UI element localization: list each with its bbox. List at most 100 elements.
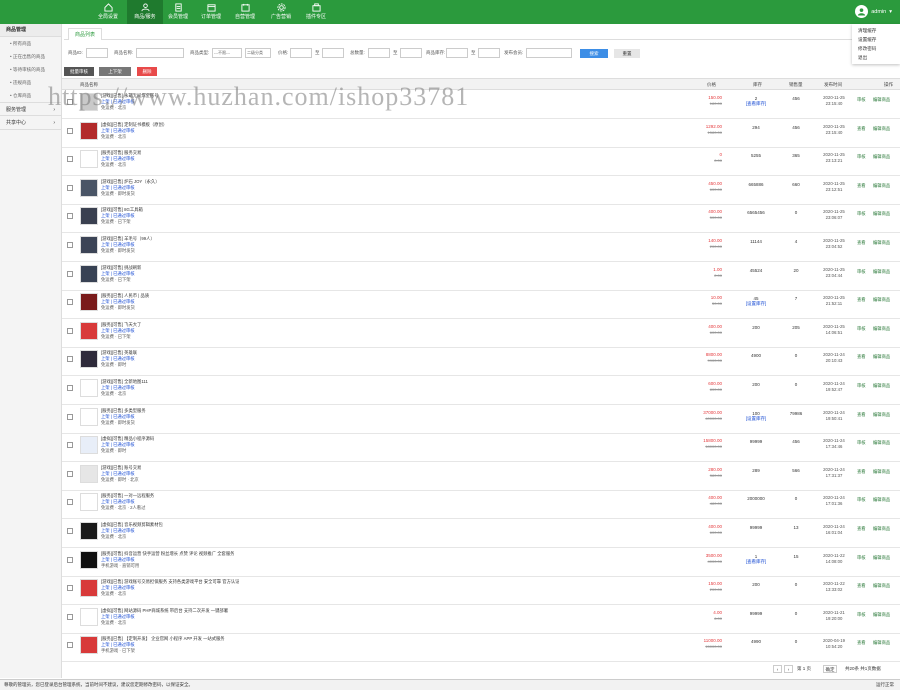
edit-goods-link[interactable]: 编辑商品 (873, 183, 890, 189)
row-checkbox[interactable] (67, 385, 73, 391)
review-link[interactable]: 审核 (857, 326, 866, 332)
nav-member-management[interactable]: 会员管理 (160, 0, 196, 24)
row-checkbox[interactable] (67, 127, 73, 134)
review-link[interactable]: 审核 (857, 154, 866, 160)
review-link[interactable]: 查看 (857, 526, 866, 532)
review-link[interactable]: 查看 (857, 297, 866, 303)
edit-goods-link[interactable]: 编辑商品 (873, 154, 890, 160)
toggle-shelf-button[interactable]: 上下架 (99, 67, 131, 76)
sidebar-group-share[interactable]: 共享中心 › (0, 116, 61, 130)
price-max-input[interactable] (322, 48, 344, 58)
row-checkbox[interactable] (67, 528, 73, 534)
sidebar-item-violations[interactable]: • 违规商品 (0, 76, 61, 89)
review-link[interactable]: 审核 (857, 383, 866, 389)
edit-goods-link[interactable]: 编辑商品 (873, 469, 890, 475)
review-link[interactable]: 审核 (857, 612, 866, 618)
review-link[interactable]: 查看 (857, 183, 866, 189)
row-checkbox[interactable] (67, 556, 73, 563)
secondary-category-select[interactable]: 二级分类 (245, 48, 271, 58)
edit-goods-link[interactable]: 编辑商品 (873, 440, 890, 446)
row-checkbox[interactable] (67, 242, 73, 248)
batch-review-button[interactable]: 批量审核 (64, 67, 94, 76)
stock-min-input[interactable] (446, 48, 468, 58)
goods-id-input[interactable] (86, 48, 108, 58)
row-checkbox[interactable] (67, 299, 73, 306)
edit-goods-link[interactable]: 编辑商品 (873, 240, 890, 246)
goods-type-select[interactable]: ---不限--- (212, 48, 242, 58)
quantity-min-input[interactable] (368, 48, 390, 58)
stock-max-input[interactable] (478, 48, 500, 58)
row-checkbox[interactable] (67, 499, 73, 506)
edit-goods-link[interactable]: 编辑商品 (873, 526, 890, 532)
dropdown-item-change-password[interactable]: 修改密码 (852, 44, 900, 53)
delete-button[interactable]: 删除 (137, 67, 157, 76)
edit-goods-link[interactable]: 编辑商品 (873, 383, 890, 389)
review-link[interactable]: 查看 (857, 240, 866, 246)
review-link[interactable]: 查看 (857, 126, 866, 132)
next-page-button[interactable]: › (784, 665, 793, 673)
edit-goods-link[interactable]: 编辑商品 (873, 126, 890, 132)
sidebar-item-pending-review[interactable]: • 等待审核的商品 (0, 63, 61, 76)
row-checkbox[interactable] (67, 184, 73, 191)
publisher-input[interactable] (526, 48, 572, 58)
sidebar-item-on-sale[interactable]: • 正在出售的商品 (0, 50, 61, 63)
review-link[interactable]: 审核 (857, 211, 866, 217)
search-button[interactable]: 搜索 (580, 49, 608, 58)
goods-name-input[interactable] (136, 48, 184, 58)
review-link[interactable]: 审核 (857, 497, 866, 503)
row-checkbox[interactable] (67, 270, 73, 277)
edit-goods-link[interactable]: 编辑商品 (873, 640, 890, 646)
dropdown-item-clear-cache[interactable]: 清理缓存 (852, 26, 900, 35)
nav-goods-services[interactable]: 商品/服务 (127, 0, 163, 24)
edit-goods-link[interactable]: 编辑商品 (873, 555, 890, 561)
edit-goods-link[interactable]: 编辑商品 (873, 412, 890, 418)
row-checkbox[interactable] (67, 642, 73, 649)
sidebar-item-all-goods[interactable]: • 所有商品 (0, 37, 61, 50)
prev-page-button[interactable]: ‹ (773, 665, 782, 673)
stock-link[interactable]: [查看库存] (746, 101, 767, 106)
nav-order-management[interactable]: 订单管理 (193, 0, 229, 24)
row-checkbox[interactable] (67, 585, 73, 592)
row-checkbox[interactable] (67, 613, 73, 620)
review-link[interactable]: 查看 (857, 469, 866, 475)
go-button[interactable]: 确定 (823, 665, 837, 673)
dropdown-item-logout[interactable]: 退出 (852, 53, 900, 62)
dropdown-item-set-cache[interactable]: 设置缓存 (852, 35, 900, 44)
edit-goods-link[interactable]: 编辑商品 (873, 583, 890, 589)
stock-link[interactable]: [设置库存] (746, 416, 767, 421)
nav-self-management[interactable]: 自营管理 (227, 0, 263, 24)
review-link[interactable]: 查看 (857, 354, 866, 360)
row-checkbox[interactable] (67, 213, 73, 220)
nav-plugins[interactable]: 插件专区 (298, 0, 334, 24)
admin-menu[interactable]: admin ▾ (855, 5, 892, 18)
nav-global-settings[interactable]: 全局设置 (90, 0, 126, 24)
stock-link[interactable]: [设置库存] (746, 301, 767, 306)
review-link[interactable]: 查看 (857, 640, 866, 646)
nav-ad-marketing[interactable]: 广告营销 (263, 0, 299, 24)
edit-goods-link[interactable]: 编辑商品 (873, 497, 890, 503)
row-checkbox[interactable] (67, 356, 73, 363)
row-checkbox[interactable] (67, 470, 73, 477)
edit-goods-link[interactable]: 编辑商品 (873, 211, 890, 217)
edit-goods-link[interactable]: 编辑商品 (873, 326, 890, 332)
tab-goods-list[interactable]: 商品列表 (68, 28, 103, 40)
stock-link[interactable]: [查看库存] (746, 559, 767, 564)
edit-goods-link[interactable]: 编辑商品 (873, 97, 890, 103)
row-checkbox[interactable] (67, 327, 73, 334)
edit-goods-link[interactable]: 编辑商品 (873, 612, 890, 618)
sidebar-item-warehouse[interactable]: • 仓库商品 (0, 89, 61, 102)
review-link[interactable]: 审核 (857, 555, 866, 561)
edit-goods-link[interactable]: 编辑商品 (873, 354, 890, 360)
review-link[interactable]: 审核 (857, 97, 866, 103)
edit-goods-link[interactable]: 编辑商品 (873, 269, 890, 275)
review-link[interactable]: 查看 (857, 583, 866, 589)
price-min-input[interactable] (290, 48, 312, 58)
sidebar-group-services[interactable]: 服务管理 › (0, 102, 61, 116)
reset-button[interactable]: 重置 (614, 49, 640, 58)
review-link[interactable]: 审核 (857, 269, 866, 275)
review-link[interactable]: 审核 (857, 440, 866, 446)
row-checkbox[interactable] (67, 442, 73, 449)
edit-goods-link[interactable]: 编辑商品 (873, 297, 890, 303)
row-checkbox[interactable] (67, 99, 73, 105)
quantity-max-input[interactable] (400, 48, 422, 58)
